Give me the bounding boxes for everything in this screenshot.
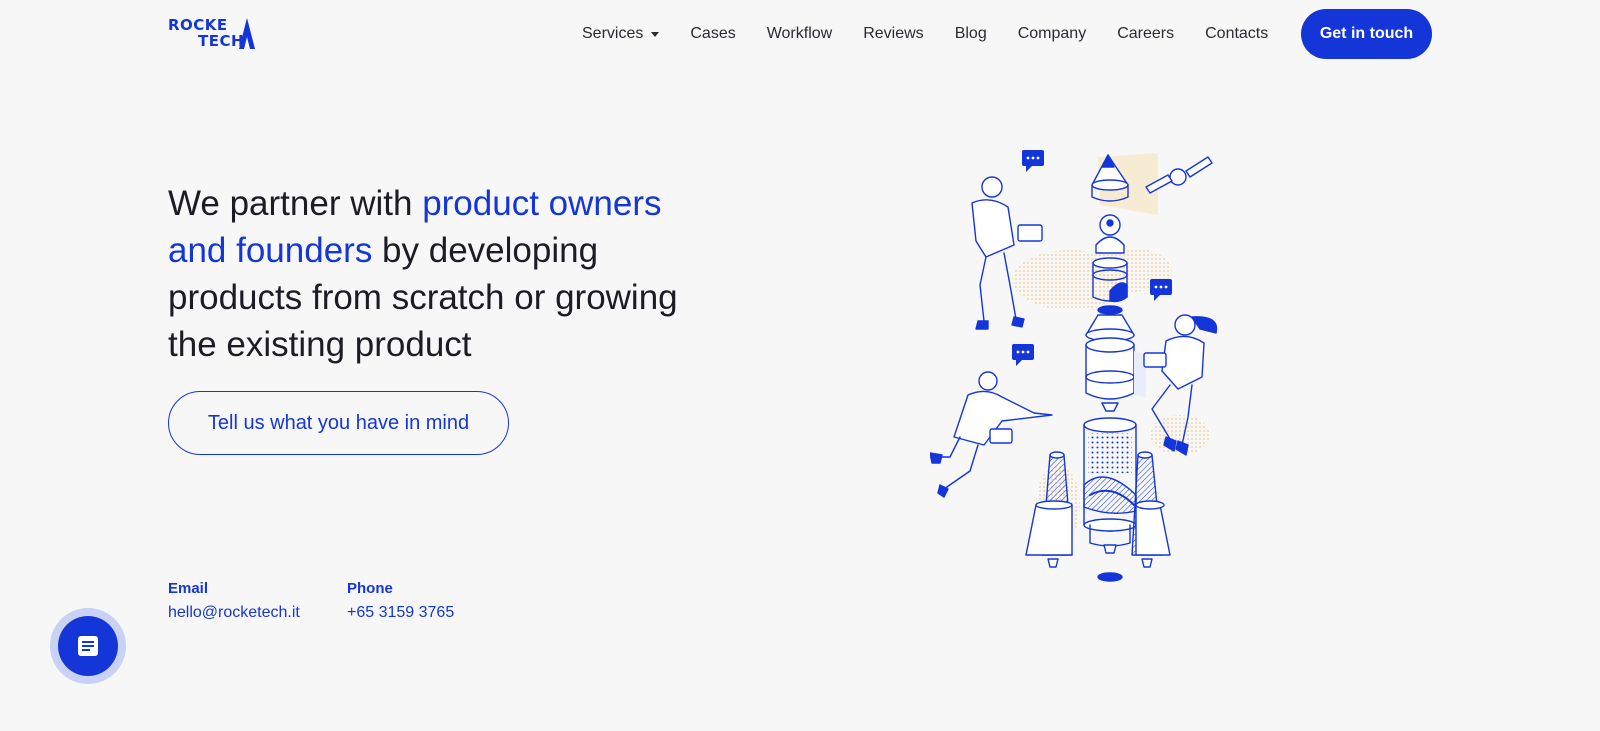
site-header: ROCKE TECH Services Cases Workflow Revie… — [0, 0, 1600, 68]
hero-title-part1: We partner with — [168, 184, 423, 223]
chat-document-icon — [78, 636, 98, 656]
phone-label: Phone — [347, 580, 393, 597]
get-in-touch-button[interactable]: Get in touch — [1301, 9, 1432, 59]
hero-title: We partner with product owners and found… — [168, 180, 688, 368]
nav-item-label: Reviews — [863, 25, 924, 42]
chat-widget-button[interactable] — [58, 616, 118, 676]
nav-item-careers[interactable]: Careers — [1117, 25, 1174, 43]
rocket-assembly-illustration — [930, 150, 1218, 582]
nav-item-label: Workflow — [766, 25, 833, 42]
nav-item-label: Careers — [1117, 25, 1175, 42]
nav-item-label: Blog — [954, 25, 987, 42]
nav-item-reviews[interactable]: Reviews — [863, 25, 923, 43]
contact-phone: Phone +65 3159 3765 — [347, 580, 454, 622]
nav-item-label: Contacts — [1205, 25, 1269, 42]
tell-us-button[interactable]: Tell us what you have in mind — [168, 391, 509, 455]
chevron-down-icon — [651, 31, 660, 37]
rocket-logo-icon — [239, 18, 255, 49]
nav-item-services[interactable]: Services — [582, 25, 660, 43]
logo[interactable]: ROCKE TECH — [168, 16, 260, 52]
nav-item-label: Company — [1017, 25, 1087, 42]
nav-item-cases[interactable]: Cases — [690, 25, 735, 43]
nav-item-label: Services — [582, 25, 644, 42]
email-label: Email — [168, 580, 209, 597]
nav-item-blog[interactable]: Blog — [955, 25, 987, 43]
main-nav: Services Cases Workflow Reviews Blog Com… — [582, 0, 1299, 68]
nav-item-workflow[interactable]: Workflow — [767, 25, 833, 43]
logo-text-line1: ROCKE — [168, 16, 228, 34]
nav-item-contacts[interactable]: Contacts — [1205, 25, 1268, 43]
nav-item-label: Cases — [690, 25, 736, 42]
phone-link[interactable]: +65 3159 3765 — [347, 604, 454, 622]
contact-email: Email hello@rocketech.it — [168, 580, 300, 622]
email-link[interactable]: hello@rocketech.it — [168, 604, 300, 622]
nav-item-company[interactable]: Company — [1018, 25, 1086, 43]
